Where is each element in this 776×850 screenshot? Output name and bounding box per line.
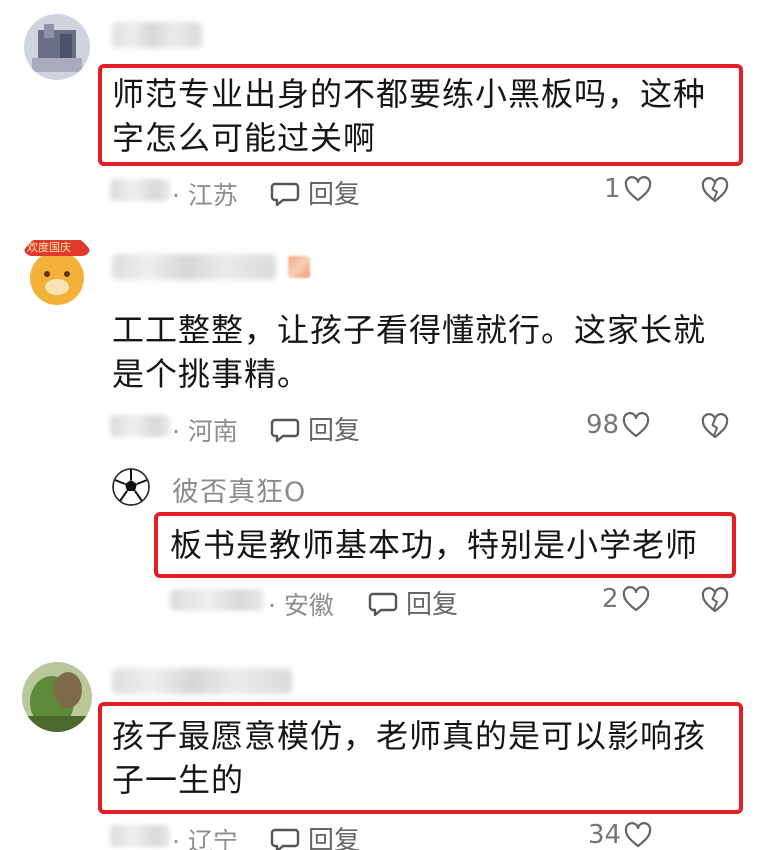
comment-3: 孩子最愿意模仿，老师真的是可以影响孩 子一生的 · 辽宁 回复 34 [0,650,776,850]
location: · 河南 [172,417,238,446]
comment-meta: · 江苏 回复 1 [0,170,776,210]
comment-meta: · 辽宁 回复 34 [0,816,776,850]
like-count: 34 [588,820,622,850]
like-button[interactable]: 1 [604,174,653,204]
comment-2: 欢度国庆 工工整整，让孩子看得懂就行。这家长就 是个挑事精。 · 河南 回复 9… [0,220,776,460]
heart-outline-icon [622,586,649,612]
dislike-button[interactable] [700,411,730,441]
avatar[interactable] [112,468,150,506]
username-blurred[interactable] [112,254,276,280]
broken-heart-icon [701,177,729,203]
username-blurred[interactable] [112,22,202,48]
comment-text-line-1: 师范专业出身的不都要练小黑板吗，这种 [112,75,707,113]
comment-text-line-2: 字怎么可能过关啊 [112,119,377,157]
user-badge-icon [288,256,310,278]
comment-text-line-2: 是个挑事精。 [112,355,311,393]
like-count: 1 [604,174,621,204]
reply-label: 回复 [308,826,361,850]
comment-text: 孩子最愿意模仿，老师真的是可以影响孩 子一生的 [112,714,732,802]
speech-bubble-icon [270,828,300,850]
comment-text: 工工整整，让孩子看得懂就行。这家长就 是个挑事精。 [112,308,752,396]
reply-label: 回复 [406,590,459,620]
speech-bubble-icon [270,182,300,206]
comment-meta: · 安徽 回复 2 [0,580,776,620]
heart-outline-icon [624,176,651,202]
location: · 江苏 [172,181,238,210]
location: · 安徽 [268,591,334,620]
reply-button[interactable]: 回复 [270,820,360,850]
comment-text-line-2: 子一生的 [112,761,245,799]
reply-button[interactable]: 回复 [270,174,360,211]
date-blurred [170,589,264,611]
date-blurred [110,179,170,201]
comment-text: 师范专业出身的不都要练小黑板吗，这种 字怎么可能过关啊 [112,72,732,160]
comment-text: 板书是教师基本功，特别是小学老师 [170,523,730,567]
heart-outline-icon [624,822,652,848]
like-button[interactable]: 98 [586,410,651,440]
comment-meta: · 河南 回复 98 [0,406,776,446]
comment-1: 师范专业出身的不都要练小黑板吗，这种 字怎么可能过关啊 · 江苏 回复 1 [0,0,776,220]
location: · 辽宁 [172,827,238,850]
date-blurred [110,825,170,847]
reply-username[interactable]: 彼否真狂O [172,470,306,509]
avatar[interactable] [24,14,90,80]
reply-button[interactable]: 回复 [368,584,458,621]
like-count: 98 [586,410,620,440]
like-button[interactable]: 2 [602,584,651,614]
username-blurred[interactable] [112,668,292,694]
avatar-badge-text: 欢度国庆 [27,241,71,254]
speech-bubble-icon [270,418,300,442]
like-count: 2 [602,584,619,614]
broken-heart-icon [701,587,729,613]
broken-heart-icon [701,413,729,439]
speech-bubble-icon [368,592,398,616]
comment-text-line-1: 板书是教师基本功，特别是小学老师 [170,526,699,564]
comment-text-line-1: 工工整整，让孩子看得懂就行。这家长就 [112,311,707,349]
reply-label: 回复 [308,416,361,446]
reply-button[interactable]: 回复 [270,410,360,447]
reply-label: 回复 [308,180,361,210]
comment-text-line-1: 孩子最愿意模仿，老师真的是可以影响孩 [112,717,707,755]
avatar[interactable] [22,662,92,732]
dislike-button[interactable] [700,585,730,615]
date-blurred [110,415,170,437]
heart-outline-icon [622,412,650,438]
like-button[interactable]: 34 [588,820,653,850]
dislike-button[interactable] [700,175,730,205]
reply-comment: 彼否真狂O 板书是教师基本功，特别是小学老师 · 安徽 回复 2 [0,460,776,635]
